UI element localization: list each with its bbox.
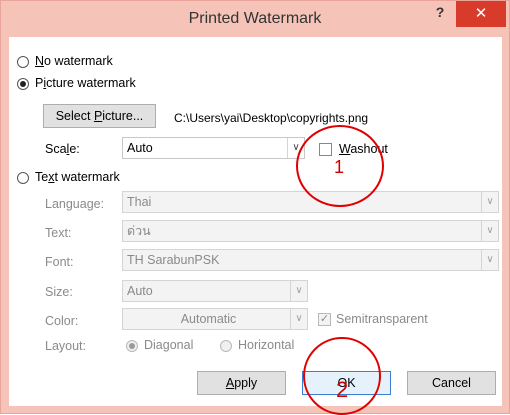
annotation-circle-2 [303, 337, 381, 415]
title-bar: Printed Watermark ? ✕ [1, 1, 509, 37]
annotation-number-1: 1 [334, 157, 345, 177]
layout-label: Layout: [45, 339, 87, 353]
font-label: Font: [45, 255, 74, 269]
chevron-down-icon: ∨ [481, 221, 498, 241]
no-watermark-radio[interactable] [17, 56, 29, 68]
cancel-button[interactable]: Cancel [407, 371, 496, 395]
chevron-down-icon: ∨ [481, 250, 498, 270]
picture-watermark-label[interactable]: Picture watermark [35, 76, 136, 90]
text-watermark-radio[interactable] [17, 172, 29, 184]
semitransparent-checkbox[interactable]: ✓ [318, 313, 331, 326]
apply-button[interactable]: Apply [197, 371, 286, 395]
color-dropdown[interactable]: Automatic ∨ [122, 308, 308, 330]
no-watermark-label[interactable]: No watermark [35, 54, 113, 68]
chevron-down-icon: ∨ [481, 192, 498, 212]
annotation-number-2: 2 [336, 377, 349, 402]
text-watermark-label[interactable]: Text watermark [35, 170, 120, 184]
scale-dropdown[interactable]: Auto ∨ [122, 137, 305, 159]
picture-watermark-radio[interactable] [17, 78, 29, 90]
scale-label: Scale: [45, 142, 80, 156]
scale-value: Auto [127, 141, 153, 155]
dialog-body: No watermark Picture watermark Select Pi… [9, 37, 502, 415]
font-dropdown[interactable]: TH SarabunPSK ∨ [122, 249, 499, 271]
color-label: Color: [45, 314, 79, 328]
select-picture-button[interactable]: Select Picture... [43, 104, 156, 128]
diagonal-label[interactable]: Diagonal [144, 338, 193, 352]
language-label: Language: [45, 197, 105, 211]
chevron-down-icon: ∨ [290, 281, 307, 301]
text-label: Text: [45, 226, 72, 240]
diagonal-radio[interactable] [126, 340, 138, 352]
close-icon[interactable]: ✕ [456, 1, 506, 27]
picture-path: C:\Users\yai\Desktop\copyrights.png [174, 111, 369, 125]
font-value: TH SarabunPSK [127, 253, 220, 267]
color-value: Automatic [180, 312, 237, 326]
semitransparent-label[interactable]: Semitransparent [336, 312, 428, 326]
size-dropdown[interactable]: Auto ∨ [122, 280, 308, 302]
text-value: ด่วน [127, 224, 151, 238]
size-value: Auto [127, 284, 153, 298]
chevron-down-icon: ∨ [290, 309, 307, 329]
printed-watermark-dialog: Printed Watermark ? ✕ No watermark Pictu… [0, 0, 510, 415]
horizontal-label[interactable]: Horizontal [238, 338, 294, 352]
size-label: Size: [45, 285, 73, 299]
text-dropdown[interactable]: ด่วน ∨ [122, 220, 499, 242]
horizontal-radio[interactable] [220, 340, 232, 352]
help-icon[interactable]: ? [428, 4, 452, 24]
language-value: Thai [127, 195, 152, 209]
